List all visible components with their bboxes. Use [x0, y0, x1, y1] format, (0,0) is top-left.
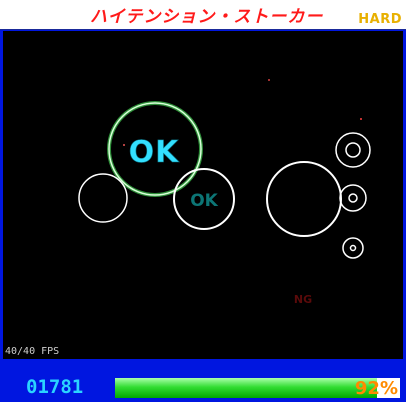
target-ring-top-inner [345, 142, 361, 158]
judgement-ok-small: OK [190, 191, 218, 211]
judgement-ok-big: OK [129, 135, 181, 170]
playfield[interactable]: OK OK NG 40/40 FPS [3, 31, 403, 359]
score-counter: 01781 [26, 376, 84, 398]
particle [123, 144, 125, 146]
fps-counter: 40/40 FPS [5, 346, 60, 357]
target-ring-bottom-outer[interactable] [342, 237, 364, 259]
hit-circle-right-large[interactable] [266, 161, 342, 237]
title-bar: ハイテンション・ストーカー HARD [0, 0, 406, 30]
judgement-ng: NG [294, 293, 312, 306]
life-gauge: 92% [115, 378, 400, 398]
status-bar: 01781 92% [0, 362, 406, 402]
target-ring-mid-outer[interactable] [339, 184, 367, 212]
playfield-canvas: OK OK NG [78, 79, 371, 306]
hit-circle-left[interactable] [78, 173, 128, 223]
particle [360, 118, 362, 120]
target-ring-bottom-inner [349, 244, 357, 252]
game-window: ハイテンション・ストーカー HARD OK OK NG 40/40 FPS 01… [0, 0, 406, 402]
particle [268, 79, 270, 81]
life-gauge-percent: 92% [354, 378, 398, 398]
target-ring-top-outer[interactable] [335, 132, 371, 168]
song-title: ハイテンション・ストーカー [90, 7, 324, 27]
life-gauge-fill [115, 378, 378, 398]
difficulty-label: HARD [358, 12, 402, 27]
target-ring-mid-inner [348, 193, 358, 203]
